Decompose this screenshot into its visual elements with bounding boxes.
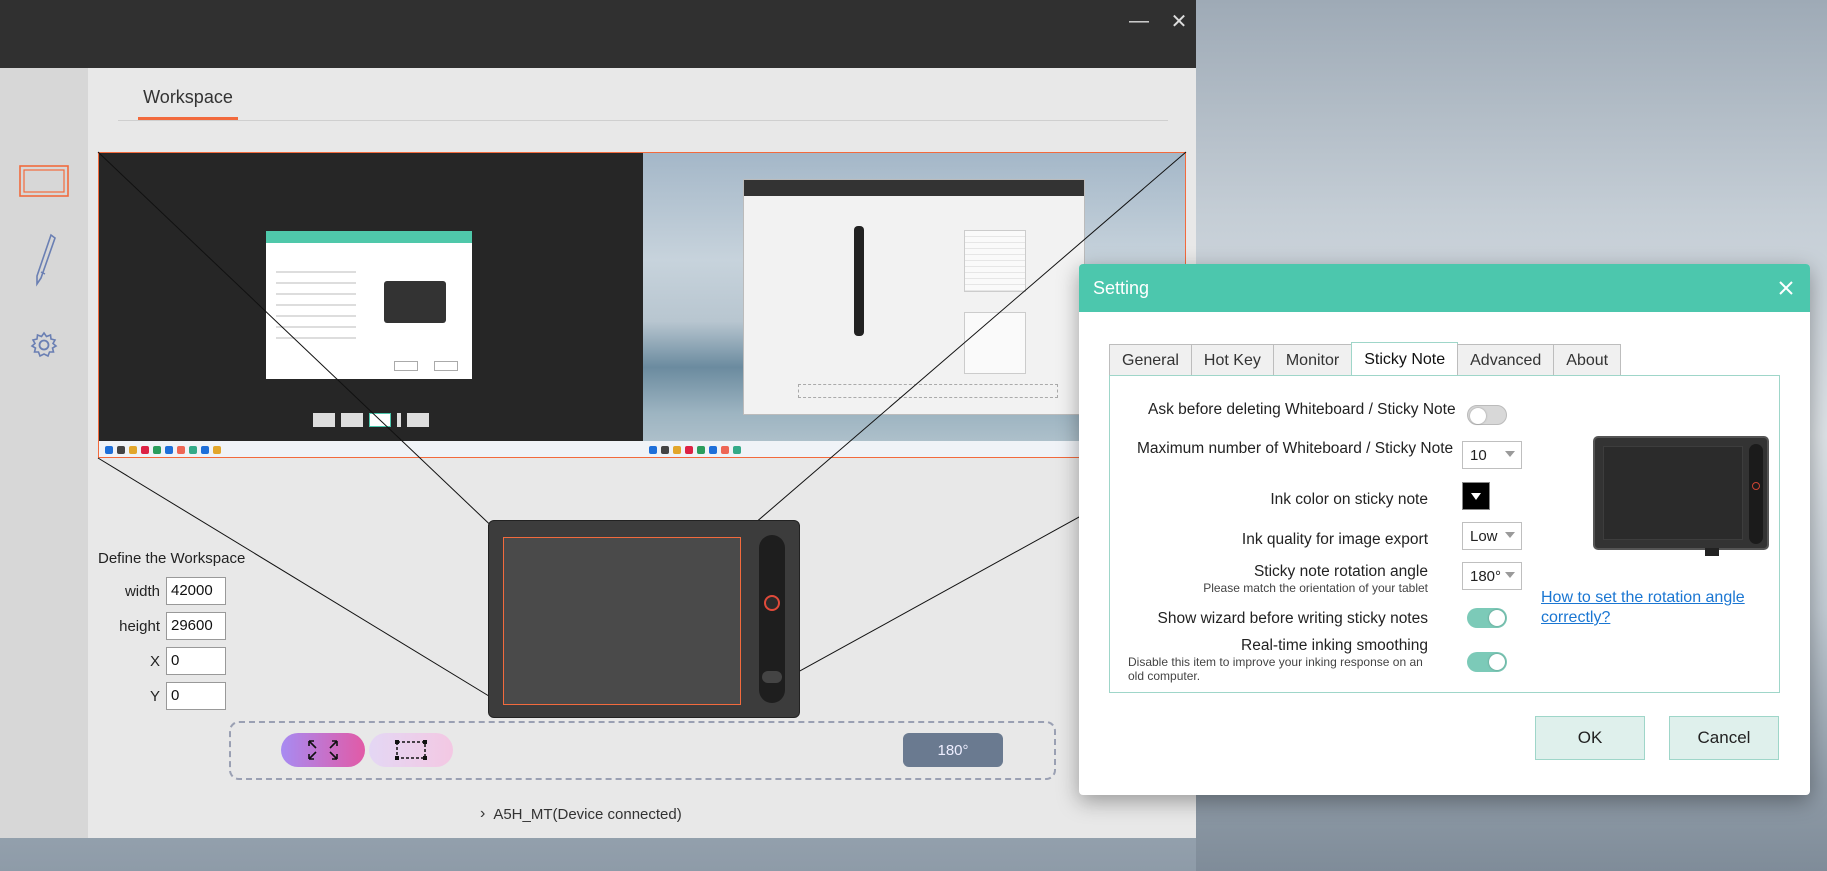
height-row: height 29600 [98,611,310,641]
preview-thumbnails [313,413,433,433]
tab-hot-key[interactable]: Hot Key [1190,344,1274,376]
tab-sticky-note[interactable]: Sticky Note [1351,342,1459,376]
tablet-button-strip [759,535,785,703]
cancel-button[interactable]: Cancel [1669,716,1779,760]
x-field[interactable]: 0 [166,647,226,675]
wizard-label: Show wizard before writing sticky notes [1157,610,1428,627]
title-bar: — ✕ [0,0,1196,68]
rotation-title: Sticky note rotation angle [1253,563,1428,580]
full-area-button[interactable] [281,733,365,767]
tab-general[interactable]: General [1109,344,1192,376]
ink-quality-label: Ink quality for image export [1241,531,1428,548]
dialog-title: Setting [1093,277,1150,298]
y-row: Y 0 [98,681,310,711]
chevron-down-icon [1505,572,1515,578]
sidebar [0,68,88,838]
width-field[interactable]: 42000 [166,577,226,605]
sidebar-item-pen[interactable] [16,232,72,288]
tablet-button [764,595,780,611]
chevron-down-icon [1471,492,1481,500]
ok-button[interactable]: OK [1535,716,1645,760]
device-status-label: A5H_MT(Device connected) [493,805,682,823]
tablet-driver-window: — ✕ Workspace Define the Workspace width… [0,0,1196,838]
wizard-toggle[interactable] [1467,608,1507,628]
select-area-icon [395,740,427,760]
tablet-image [1593,436,1769,556]
workspace-content: Workspace Define the Workspace width 420… [88,68,1196,838]
tab-advanced[interactable]: Advanced [1457,344,1555,376]
chevron-down-icon [1505,451,1515,457]
sidebar-item-workspace[interactable] [16,154,72,210]
ink-quality-value: Low [1470,527,1498,545]
ink-quality-select[interactable]: Low [1462,522,1522,550]
sidebar-item-settings[interactable] [16,317,72,373]
divider [118,120,1168,121]
tablet-active-area[interactable] [503,537,741,705]
device-status[interactable]: › A5H_MT(Device connected) [480,805,682,823]
height-label: height [119,617,160,635]
chevron-down-icon [1505,532,1515,538]
mapping-actions: 180° [229,721,1056,780]
monitor-preview[interactable] [98,152,1186,458]
width-row: width 42000 [98,576,310,606]
rotation-value: 180° [1470,567,1502,585]
smoothing-toggle[interactable] [1467,652,1507,672]
gear-icon [30,331,58,358]
rotation-help-link[interactable]: How to set the rotation angle correctly? [1541,588,1771,628]
max-number-select[interactable]: 10 [1462,441,1522,469]
ink-color-label: Ink color on sticky note [1270,491,1428,508]
monitor-1-preview[interactable] [99,153,643,457]
close-icon [1779,281,1793,295]
rotation-subtitle: Please match the orientation of your tab… [1203,581,1428,595]
preview-window-thumbnail [743,179,1085,415]
smoothing-subtitle: Disable this item to improve your inking… [1128,655,1423,683]
ask-delete-toggle[interactable] [1467,405,1507,425]
minimize-button[interactable]: — [1122,6,1156,36]
y-field[interactable]: 0 [166,682,226,710]
preview-taskbar [99,441,643,457]
define-workspace-title: Define the Workspace [98,550,246,567]
select-area-button[interactable] [369,733,453,767]
ink-color-picker[interactable] [1462,482,1490,510]
height-field[interactable]: 29600 [166,612,226,640]
x-row: X 0 [98,646,310,676]
close-window-button[interactable]: ✕ [1162,6,1196,36]
rotation-select[interactable]: 180° [1462,562,1522,590]
preview-dialog-thumbnail [266,231,472,379]
y-label: Y [149,687,160,705]
x-label: X [149,652,160,670]
expand-icon [308,740,338,760]
rotation-button[interactable]: 180° [903,733,1003,767]
ask-delete-label: Ask before deleting Whiteboard / Sticky … [1148,401,1456,418]
workspace-icon [19,165,69,197]
sticky-note-panel: Ask before deleting Whiteboard / Sticky … [1109,375,1780,693]
tab-monitor[interactable]: Monitor [1272,344,1353,376]
max-number-value: 10 [1470,446,1487,464]
smoothing-title: Real-time inking smoothing [1241,637,1428,654]
chevron-right-icon: › [480,805,486,822]
tab-workspace[interactable]: Workspace [138,78,238,120]
setting-tabs: General Hot Key Monitor Sticky Note Adva… [1109,342,1622,376]
tab-about[interactable]: About [1553,344,1622,376]
dialog-header: Setting [1079,264,1810,312]
dialog-close-button[interactable] [1772,274,1800,302]
smoothing-label: Real-time inking smoothing Disable this … [1110,636,1428,683]
max-number-label: Maximum number of Whiteboard / Sticky No… [1137,440,1454,457]
pen-icon [36,233,56,287]
width-label: width [124,582,160,600]
setting-dialog: Setting General Hot Key Monitor Sticky N… [1079,264,1810,795]
tablet-preview [488,520,800,718]
rotation-label: Sticky note rotation angle Please match … [1110,562,1428,595]
